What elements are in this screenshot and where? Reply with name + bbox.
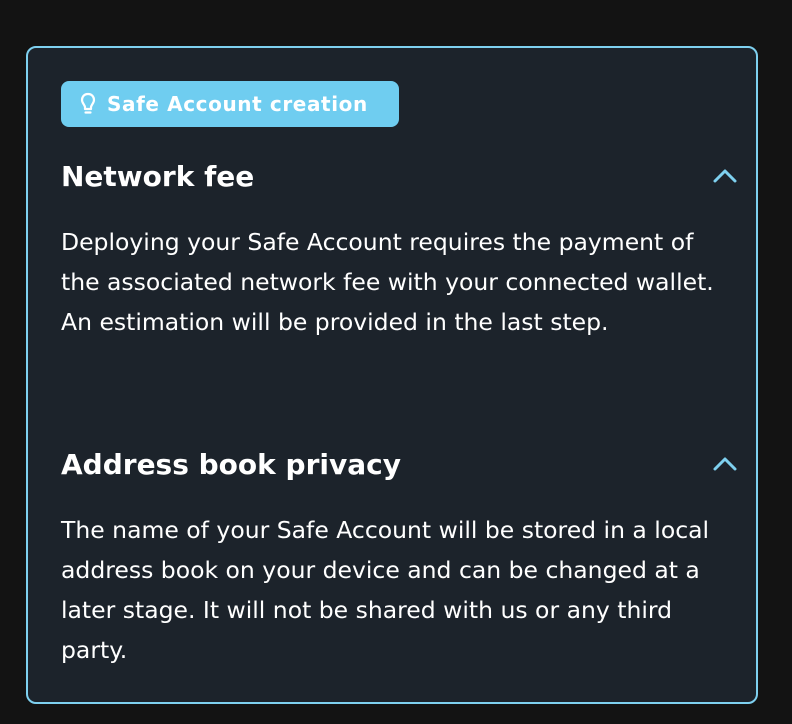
info-card: Safe Account creation Network fee Deploy… (26, 46, 758, 704)
chevron-up-icon[interactable] (711, 450, 739, 478)
address-book-privacy-title: Address book privacy (61, 447, 401, 481)
address-book-privacy-section: Address book privacy The name of your Sa… (61, 444, 737, 670)
network-fee-title: Network fee (61, 159, 255, 193)
address-book-privacy-description: The name of your Safe Account will be st… (61, 516, 710, 664)
address-book-privacy-header[interactable]: Address book privacy (61, 444, 737, 484)
network-fee-header[interactable]: Network fee (61, 156, 737, 196)
network-fee-section: Network fee Deploying your Safe Account … (61, 156, 737, 342)
safe-account-creation-badge: Safe Account creation (61, 81, 399, 127)
lightbulb-icon (79, 91, 97, 117)
badge-label: Safe Account creation (107, 92, 368, 116)
chevron-up-icon[interactable] (711, 162, 739, 190)
network-fee-description: Deploying your Safe Account requires the… (61, 228, 714, 336)
